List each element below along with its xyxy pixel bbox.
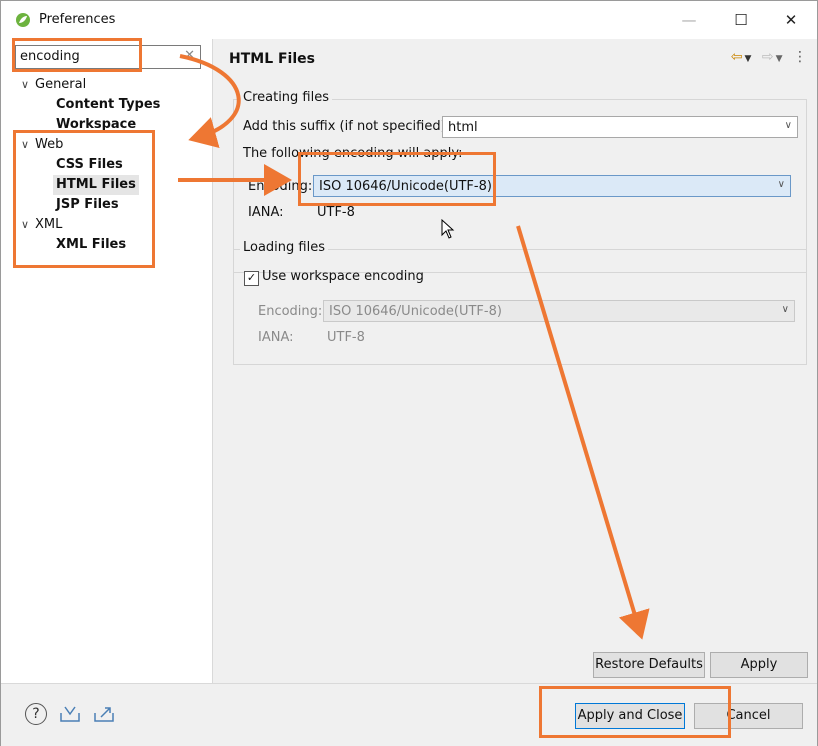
annotation-arrows bbox=[178, 54, 650, 640]
annotation-arrow bbox=[179, 54, 241, 148]
mouse-cursor-icon bbox=[441, 219, 455, 239]
annotation-arrow bbox=[516, 225, 650, 640]
